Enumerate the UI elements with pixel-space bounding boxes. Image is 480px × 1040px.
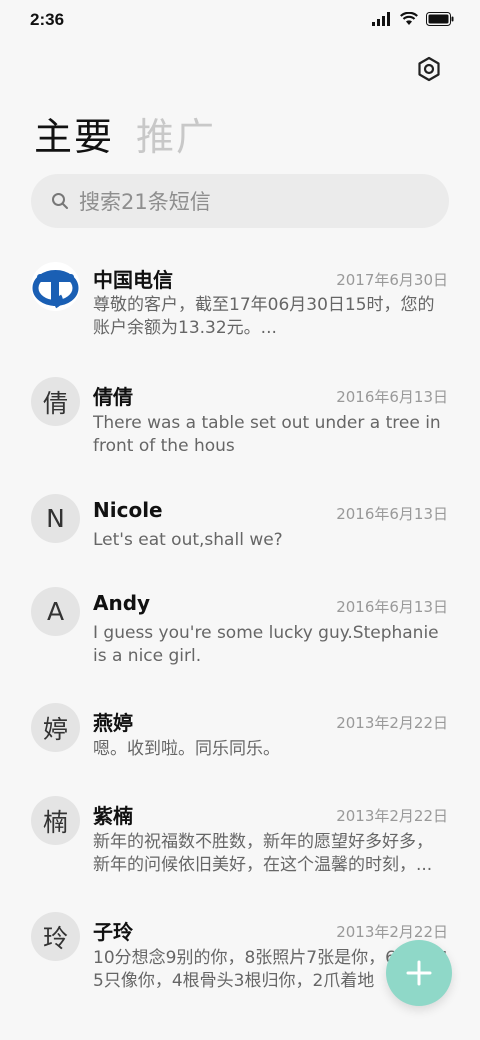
settings-button[interactable] xyxy=(416,56,442,82)
battery-icon xyxy=(426,12,454,26)
message-preview: 嗯。收到啦。同乐同乐。 xyxy=(93,739,280,759)
settings-icon xyxy=(418,56,440,82)
message-date: 2013年2月22日 xyxy=(336,807,448,825)
message-preview: 新年的祝福数不胜数，新年的愿望好多好多，新年的问候依旧美好，在这个温馨的时刻，.… xyxy=(93,832,433,875)
message-preview: 尊敬的客户，截至17年06月30日15时，您的账户余额为13.32元。... xyxy=(93,295,435,338)
tab-bar: 主要 推广 xyxy=(34,106,216,161)
new-message-button[interactable] xyxy=(386,940,452,1006)
tab-promotions[interactable]: 推广 xyxy=(136,106,216,161)
search-icon xyxy=(52,193,68,209)
avatar: 倩 xyxy=(31,377,80,426)
contact-name: Nicole xyxy=(93,498,163,522)
status-bar: 2:36 xyxy=(0,0,480,40)
avatar: 玲 xyxy=(31,912,80,961)
message-date: 2016年6月13日 xyxy=(336,598,448,616)
contact-name: Andy xyxy=(93,591,151,615)
message-date: 2013年2月22日 xyxy=(336,923,448,941)
message-date: 2013年2月22日 xyxy=(336,714,448,732)
contact-name: 倩倩 xyxy=(93,385,133,409)
tab-primary[interactable]: 主要 xyxy=(34,106,114,161)
signal-icon xyxy=(372,12,390,26)
avatar: A xyxy=(31,587,80,636)
search-placeholder: 搜索21条短信 xyxy=(79,190,211,214)
avatar: 楠 xyxy=(31,796,80,845)
status-icons xyxy=(372,12,454,26)
china-telecom-logo-icon xyxy=(32,270,79,309)
contact-name: 紫楠 xyxy=(93,804,133,828)
message-preview: Let's eat out,shall we? xyxy=(93,530,283,550)
status-time: 2:36 xyxy=(30,10,65,29)
message-date: 2016年6月13日 xyxy=(336,505,448,523)
search-bar[interactable]: 搜索21条短信 xyxy=(31,174,449,228)
wifi-icon xyxy=(400,12,418,25)
contact-name: 燕婷 xyxy=(93,711,133,735)
plus-icon xyxy=(406,960,432,986)
avatar: N xyxy=(31,494,80,543)
contact-name: 子玲 xyxy=(93,920,133,944)
message-preview: There was a table set out under a tree i… xyxy=(93,413,441,456)
message-preview: I guess you're some lucky guy.Stephanie … xyxy=(93,623,439,666)
avatar: 婷 xyxy=(31,703,80,752)
avatar xyxy=(31,262,80,311)
message-date: 2017年6月30日 xyxy=(336,271,448,289)
contact-name: 中国电信 xyxy=(93,268,173,292)
message-date: 2016年6月13日 xyxy=(336,388,448,406)
